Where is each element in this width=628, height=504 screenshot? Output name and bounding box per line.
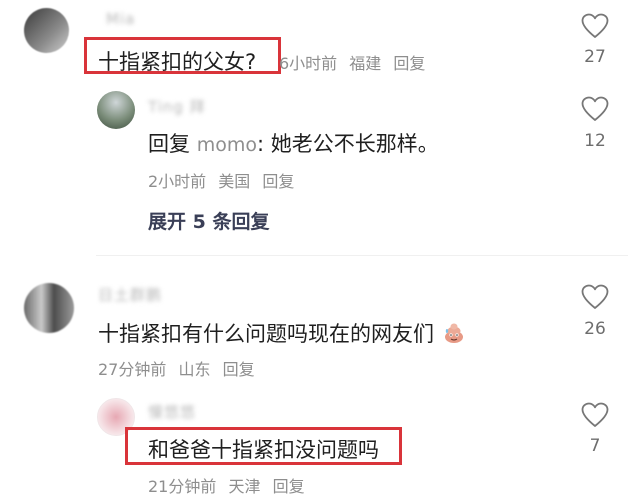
- poop-face-emoji-icon: [444, 323, 463, 343]
- like-count: 26: [584, 319, 606, 339]
- reply-meta: 2小时前 美国 回复: [148, 168, 301, 192]
- reply-link[interactable]: 回复: [273, 477, 305, 496]
- like-count: 12: [584, 131, 606, 151]
- reply-time: 21分钟前: [148, 477, 217, 496]
- expand-replies-button[interactable]: 展开 5 条回复: [148, 207, 269, 234]
- comment-meta: 6小时前 福建 回复: [279, 50, 432, 74]
- avatar[interactable]: [24, 283, 74, 333]
- comment-username[interactable]: 日土群鹏: [98, 284, 162, 305]
- divider: [96, 255, 628, 256]
- like-heart-icon[interactable]: [581, 402, 609, 428]
- like-heart-icon[interactable]: [581, 13, 609, 39]
- comment-location: 福建: [349, 54, 382, 73]
- reply-link[interactable]: 回复: [393, 54, 425, 73]
- reply-mention[interactable]: momo: [197, 134, 257, 156]
- comment-meta: 27分钟前 山东 回复: [98, 356, 262, 380]
- comment-time: 27分钟前: [98, 360, 167, 379]
- reply-prefix: 回复: [148, 132, 190, 156]
- comment-text: 十指紧扣有什么问题吗现在的网友们: [98, 322, 434, 346]
- like-heart-icon[interactable]: [581, 96, 609, 122]
- reply-location: 美国: [218, 172, 251, 191]
- avatar[interactable]: [24, 8, 69, 53]
- reply-text-line: 回复 momo: 她老公不长那样。: [148, 128, 439, 158]
- reply-username[interactable]: Ting 拜: [148, 96, 206, 117]
- like-count: 7: [589, 436, 601, 456]
- highlight-box: [84, 37, 281, 74]
- reply-link[interactable]: 回复: [262, 172, 294, 191]
- reply-meta: 21分钟前 天津 回复: [148, 473, 312, 497]
- like-heart-icon[interactable]: [581, 284, 609, 310]
- reply-username[interactable]: 慢悠悠: [148, 401, 196, 422]
- comment-username[interactable]: Mia: [106, 10, 135, 28]
- reply-link[interactable]: 回复: [223, 360, 255, 379]
- reply-location: 天津: [228, 477, 261, 496]
- reply-text: : 她老公不长那样。: [256, 132, 439, 156]
- avatar[interactable]: [97, 91, 135, 129]
- highlight-box: [125, 427, 402, 465]
- comment-location: 山东: [178, 360, 211, 379]
- comment-time: 6小时前: [279, 54, 338, 73]
- comment-text-line: 十指紧扣有什么问题吗现在的网友们: [98, 318, 465, 348]
- reply-time: 2小时前: [148, 172, 207, 191]
- like-count: 27: [584, 47, 606, 67]
